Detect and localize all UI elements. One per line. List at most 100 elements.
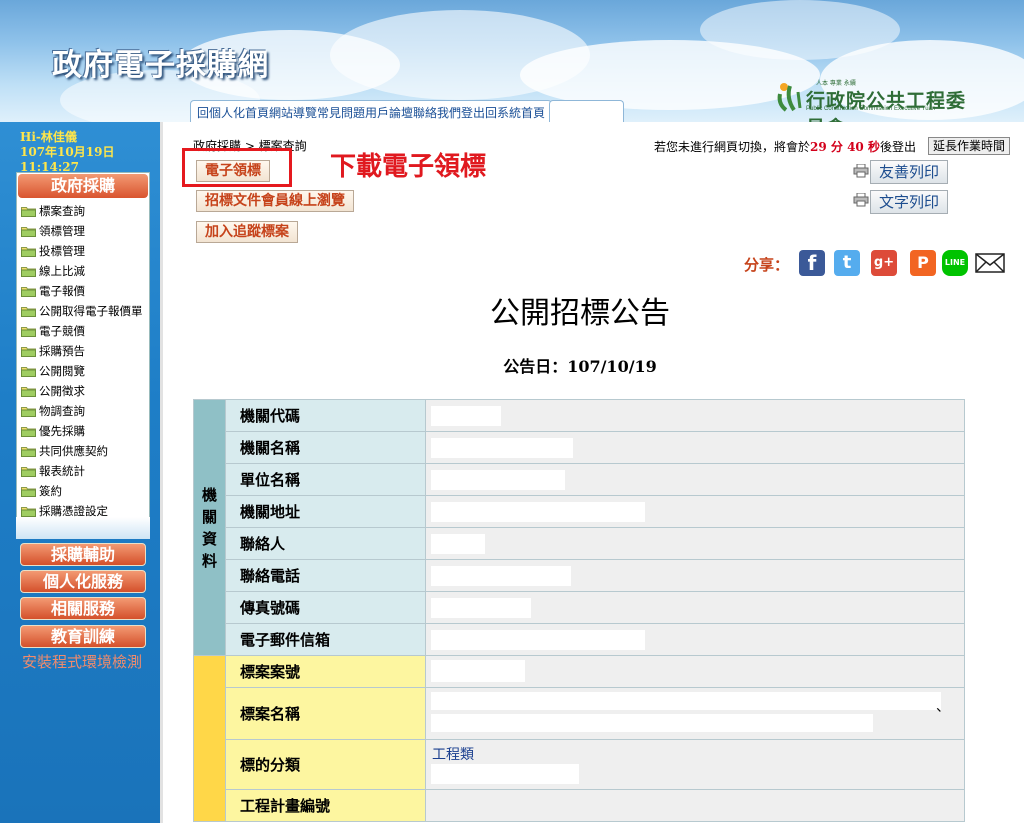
field-label: 機關名稱 <box>225 431 426 464</box>
line-icon[interactable]: LINE <box>942 250 968 276</box>
folder-icon <box>21 386 36 397</box>
extend-session-button[interactable]: 延長作業時間 <box>928 137 1011 155</box>
folder-icon <box>21 346 36 357</box>
field-value-text: 工程類 <box>432 747 474 763</box>
redacted-value <box>431 438 573 458</box>
sidebar-item[interactable]: 優先採購 <box>21 421 143 441</box>
sidebar-item-label: 投標管理 <box>39 244 85 258</box>
google-plus-icon[interactable]: g+ <box>871 250 897 276</box>
logout-time: 29 分 40 秒 <box>810 140 880 154</box>
group-label-agency: 機關資料 <box>193 399 226 656</box>
side-button-assist[interactable]: 採購輔助 <box>20 543 146 566</box>
sidebar-item-label: 公開閱覽 <box>39 364 85 378</box>
pcc-logo[interactable]: 人本 專業 永續 行政院公共工程委員會 Public Construction … <box>776 80 980 122</box>
table-row: 機關名稱 <box>194 431 965 464</box>
sidebar-item-label: 優先採購 <box>39 424 85 438</box>
side-button-training[interactable]: 教育訓練 <box>20 625 146 648</box>
sidebar-item[interactable]: 標案查詢 <box>21 201 143 221</box>
field-value <box>425 463 965 496</box>
email-share-icon[interactable] <box>975 253 1005 273</box>
folder-icon <box>21 486 36 497</box>
side-button-personal[interactable]: 個人化服務 <box>20 570 146 593</box>
printer-icon <box>853 164 869 178</box>
facebook-icon[interactable]: f <box>799 250 825 276</box>
site-title[interactable]: 政府電子採購網 <box>52 40 269 84</box>
sidebar-item[interactable]: 公開取得電子報價單 <box>21 301 143 321</box>
sidebar-item-label: 電子報價 <box>39 284 85 298</box>
logout-prefix: 若您未進行網頁切換，將會於 <box>654 140 811 154</box>
annotation-text: 下載電子領標 <box>330 152 487 182</box>
field-value <box>425 559 965 592</box>
field-label: 標案名稱 <box>225 687 426 740</box>
folder-icon <box>21 246 36 257</box>
menu-bottom-fade <box>16 517 150 539</box>
sidebar-item[interactable]: 共同供應契約 <box>21 441 143 461</box>
field-label: 工程計畫編號 <box>225 789 426 822</box>
user-greeting: Hi-林佳儀 107年10月19日 11:14:27 <box>20 130 162 175</box>
sidebar-item[interactable]: 線上比減 <box>21 261 143 281</box>
sidebar-item[interactable]: 公開徵求 <box>21 381 143 401</box>
install-check-link[interactable]: 安裝程式環境檢測 <box>18 652 146 673</box>
top-nav-tab <box>549 100 624 122</box>
sidebar-item[interactable]: 電子報價 <box>21 281 143 301</box>
folder-icon <box>21 426 36 437</box>
sidebar-item[interactable]: 公開閱覽 <box>21 361 143 381</box>
table-row: 標案名稱 、 <box>194 687 965 740</box>
field-value <box>425 527 965 560</box>
sidebar-item-label: 領標管理 <box>39 224 85 238</box>
sidebar-item[interactable]: 採購預告 <box>21 341 143 361</box>
menu-title[interactable]: 政府採購 <box>18 174 148 198</box>
folder-icon <box>21 206 36 217</box>
field-value <box>425 431 965 464</box>
field-label: 電子郵件信箱 <box>225 623 426 656</box>
redacted-value <box>431 714 873 732</box>
logo-subtitle: Public Construction Commission Executive… <box>806 106 936 112</box>
folder-icon <box>21 326 36 337</box>
sidebar-item[interactable]: 簽約 <box>21 481 143 501</box>
table-row: 聯絡人 <box>194 527 965 560</box>
table-row: 聯絡電話 <box>194 559 965 592</box>
folder-icon <box>21 366 36 377</box>
redacted-value <box>431 692 941 710</box>
folder-icon <box>21 406 36 417</box>
pcc-logo-icon <box>777 83 802 112</box>
sidebar-item[interactable]: 報表統計 <box>21 461 143 481</box>
site-header: 政府電子採購網 人本 專業 永續 行政院公共工程委員會 Public Const… <box>0 0 1024 122</box>
field-label: 機關地址 <box>225 495 426 528</box>
field-label: 傳真號碼 <box>225 591 426 624</box>
redacted-value <box>431 630 645 650</box>
folder-icon <box>21 466 36 477</box>
top-nav-links[interactable]: 回個人化首頁網站導覽常見問題用戶論壇聯絡我們登出回系統首頁 <box>197 104 545 120</box>
sidebar-item-label: 電子競價 <box>39 324 85 338</box>
field-label: 標案案號 <box>225 655 426 688</box>
field-value <box>425 789 965 822</box>
left-sidebar: Hi-林佳儀 107年10月19日 11:14:27 政府採購 標案查詢領標管理… <box>0 122 162 823</box>
sidebar-item[interactable]: 投標管理 <box>21 241 143 261</box>
redacted-value <box>431 502 645 522</box>
sidebar-item[interactable]: 物調查詢 <box>21 401 143 421</box>
annotation-highlight-box <box>182 148 292 187</box>
top-nav: 回個人化首頁網站導覽常見問題用戶論壇聯絡我們登出回系統首頁 <box>190 100 553 122</box>
sidebar-item[interactable]: 領標管理 <box>21 221 143 241</box>
friendly-print-button[interactable]: 友善列印 <box>870 160 949 184</box>
redacted-value <box>431 470 565 490</box>
greeting-name: Hi-林佳儀 <box>20 130 77 144</box>
page-title: 公開招標公告 <box>490 296 670 331</box>
folder-icon <box>21 306 36 317</box>
text-print-button[interactable]: 文字列印 <box>870 190 949 214</box>
track-tender-button[interactable]: 加入追蹤標案 <box>196 221 298 243</box>
redacted-value <box>431 534 485 554</box>
sidebar-item[interactable]: 電子競價 <box>21 321 143 341</box>
field-value: 工程類 <box>425 739 965 790</box>
twitter-icon[interactable]: t <box>834 250 860 276</box>
side-button-related[interactable]: 相關服務 <box>20 597 146 620</box>
field-label: 單位名稱 <box>225 463 426 496</box>
field-value-trailing: 、 <box>936 699 950 715</box>
folder-icon <box>21 506 36 517</box>
field-value <box>425 623 965 656</box>
browse-documents-button[interactable]: 招標文件會員線上瀏覽 <box>196 190 354 212</box>
plurk-icon[interactable]: P <box>910 250 936 276</box>
sidebar-item-label: 簽約 <box>39 484 62 498</box>
field-label: 機關代碼 <box>225 399 426 432</box>
table-row: 單位名稱 <box>194 463 965 496</box>
